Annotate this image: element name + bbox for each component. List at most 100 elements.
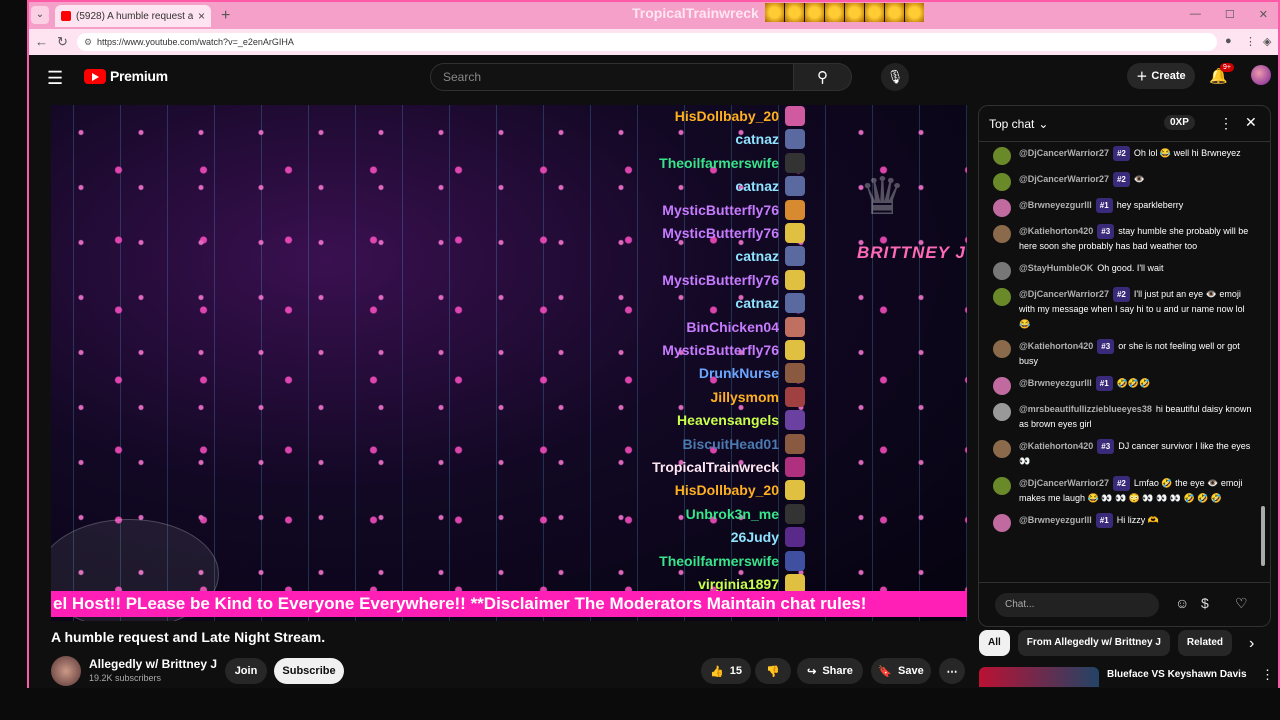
site-info-icon[interactable]: ⚙ bbox=[84, 37, 92, 48]
overlay-emoji-icon bbox=[785, 176, 805, 197]
create-button[interactable]: ＋ Create bbox=[1127, 63, 1195, 89]
menu-icon[interactable]: ⋮ bbox=[1245, 35, 1256, 48]
chat-author[interactable]: @Katiehorton420 bbox=[1019, 226, 1093, 236]
chat-author-avatar[interactable] bbox=[993, 403, 1011, 421]
super-chat-icon[interactable]: $ bbox=[1201, 595, 1209, 611]
chat-author[interactable]: @mrsbeautifullizzieblueeyes38 bbox=[1019, 404, 1152, 414]
chat-message[interactable]: @Katiehorton420 #3 stay humble she probabl… bbox=[993, 224, 1257, 254]
chat-author-avatar[interactable] bbox=[993, 288, 1011, 306]
chat-message[interactable]: @DjCancerWarrior27 #2 👁️ bbox=[993, 172, 1257, 191]
chat-author[interactable]: @DjCancerWarrior27 bbox=[1019, 148, 1109, 158]
chat-message[interactable]: @Katiehorton420 #3 DJ cancer survivor I li… bbox=[993, 439, 1257, 469]
chat-author-avatar[interactable] bbox=[993, 377, 1011, 395]
overlay-emoji-icon bbox=[785, 503, 805, 524]
chat-message[interactable]: @Brwneyezgurlll #1 🤣🤣🤣 bbox=[993, 376, 1257, 395]
menu-hamburger-icon[interactable]: ☰ bbox=[47, 68, 63, 89]
chat-author-avatar[interactable] bbox=[993, 514, 1011, 532]
chat-author[interactable]: @Brwneyezgurlll bbox=[1019, 200, 1092, 210]
rank-badge: #3 bbox=[1097, 224, 1115, 239]
share-button[interactable]: ↪ Share bbox=[797, 658, 863, 684]
chat-author-avatar[interactable] bbox=[993, 477, 1011, 495]
filter-chip[interactable]: All bbox=[979, 630, 1010, 656]
chat-author[interactable]: @DjCancerWarrior27 bbox=[1019, 174, 1109, 184]
chat-message[interactable]: @Brwneyezgurlll #1 hey sparkleberry bbox=[993, 198, 1257, 217]
join-button[interactable]: Join bbox=[225, 658, 267, 684]
dislike-button[interactable]: 👎 bbox=[755, 658, 791, 684]
chat-author-avatar[interactable] bbox=[993, 340, 1011, 358]
chat-message[interactable]: @Brwneyezgurlll #1 Hi lizzy 🫶 bbox=[993, 513, 1257, 532]
chat-placeholder: Chat... bbox=[1005, 599, 1035, 610]
youtube-logo[interactable]: Premium bbox=[84, 68, 168, 84]
chat-author[interactable]: @DjCancerWarrior27 bbox=[1019, 289, 1109, 299]
like-button[interactable]: 👍 15 bbox=[701, 658, 751, 684]
overlay-row: catnaz bbox=[651, 292, 967, 315]
chat-mode-dropdown[interactable]: Top chat bbox=[989, 117, 1034, 131]
chat-author-avatar[interactable] bbox=[993, 147, 1011, 165]
xp-badge[interactable]: 0XP bbox=[1164, 115, 1195, 130]
chat-author-avatar[interactable] bbox=[993, 199, 1011, 217]
close-chat-icon[interactable]: ✕ bbox=[1245, 114, 1257, 131]
new-tab-button[interactable]: + bbox=[221, 7, 230, 25]
chat-author[interactable]: @Katiehorton420 bbox=[1019, 441, 1093, 451]
overlay-username: HisDollbaby_20 bbox=[674, 482, 779, 499]
chat-message[interactable]: @DjCancerWarrior27 #2 Lmfao 🤣 the eye 👁️ e… bbox=[993, 476, 1257, 506]
chat-message-text: hey sparkleberry bbox=[1116, 200, 1184, 210]
filter-chip[interactable]: From Allegedly w/ Brittney J bbox=[1017, 630, 1170, 656]
recommended-more-icon[interactable]: ⋮ bbox=[1261, 667, 1274, 683]
chevron-down-icon[interactable]: ⌄ bbox=[1038, 117, 1048, 131]
tab-search-button[interactable]: ⌄ bbox=[31, 6, 49, 24]
heart-icon[interactable]: ♡ bbox=[1235, 595, 1248, 612]
overlay-row: 26Judy bbox=[651, 525, 967, 548]
recommended-thumbnail[interactable] bbox=[979, 667, 1099, 687]
chat-author-avatar[interactable] bbox=[993, 173, 1011, 191]
rank-badge: #1 bbox=[1095, 376, 1113, 391]
close-tab-icon[interactable]: × bbox=[198, 9, 205, 23]
overlay-username: catnaz bbox=[735, 131, 779, 148]
chat-message-text: 🤣🤣🤣 bbox=[1116, 378, 1151, 388]
channel-name[interactable]: Allegedly w/ Brittney J bbox=[89, 657, 217, 671]
overlay-emoji-icon bbox=[785, 386, 805, 407]
chat-message[interactable]: @mrsbeautifullizzieblueeyes38 hi beautifu… bbox=[993, 402, 1257, 432]
chat-author-avatar[interactable] bbox=[993, 225, 1011, 243]
channel-avatar[interactable] bbox=[51, 656, 81, 686]
recommended-title[interactable]: Blueface VS Keyshawn Davis bbox=[1107, 669, 1247, 680]
browser-tab[interactable]: (5928) A humble request and Late × bbox=[55, 5, 211, 27]
profile-icon[interactable]: ● bbox=[1225, 35, 1232, 47]
chat-author-avatar[interactable] bbox=[993, 440, 1011, 458]
chat-author[interactable]: @Katiehorton420 bbox=[1019, 341, 1093, 351]
close-window-button[interactable]: ✕ bbox=[1259, 8, 1268, 21]
maximize-button[interactable]: ☐ bbox=[1225, 8, 1235, 21]
reload-icon[interactable]: ↻ bbox=[57, 34, 68, 50]
user-avatar[interactable] bbox=[1251, 65, 1271, 85]
emoji-picker-icon[interactable]: ☺ bbox=[1175, 595, 1189, 611]
notification-badge: 9+ bbox=[1220, 63, 1234, 72]
youtube-play-icon bbox=[84, 68, 106, 84]
chat-scrollbar[interactable] bbox=[1261, 506, 1265, 566]
chevron-right-icon[interactable]: › bbox=[1249, 635, 1254, 653]
chat-message[interactable]: @DjCancerWarrior27 #2 I'll just put an eye… bbox=[993, 287, 1257, 332]
back-icon[interactable]: ← bbox=[35, 34, 48, 49]
chat-author[interactable]: @DjCancerWarrior27 bbox=[1019, 478, 1109, 488]
chat-message[interactable]: @StayHumbleOK Oh good. I'll wait bbox=[993, 261, 1257, 280]
minimize-button[interactable]: — bbox=[1190, 8, 1201, 21]
subscribe-button[interactable]: Subscribe bbox=[274, 658, 344, 684]
copilot-icon[interactable]: ◈ bbox=[1263, 35, 1271, 48]
subscriber-count: 19.2K subscribers bbox=[89, 673, 162, 683]
search-input[interactable]: Search bbox=[430, 63, 794, 91]
chat-author[interactable]: @StayHumbleOK bbox=[1019, 263, 1093, 273]
chat-input[interactable]: Chat... bbox=[995, 593, 1159, 617]
chat-menu-icon[interactable]: ⋮ bbox=[1219, 115, 1233, 132]
chat-author[interactable]: @Brwneyezgurlll bbox=[1019, 378, 1092, 388]
chat-message[interactable]: @DjCancerWarrior27 #2 Oh lol 😂 well hi Brw… bbox=[993, 146, 1257, 165]
video-player[interactable]: ♛ BRITTNEY J DrunkNurseHisDollbaby_20cat… bbox=[51, 105, 967, 621]
search-button[interactable]: ⚲ bbox=[794, 63, 852, 91]
url-field[interactable]: ⚙ https://www.youtube.com/watch?v=_e2enA… bbox=[77, 33, 1217, 51]
save-button[interactable]: 🔖 Save bbox=[871, 658, 931, 684]
more-actions-button[interactable]: ⋯ bbox=[939, 658, 965, 684]
chat-author[interactable]: @Brwneyezgurlll bbox=[1019, 515, 1092, 525]
filter-chip[interactable]: Related bbox=[1177, 630, 1233, 656]
chat-message-text: Oh good. I'll wait bbox=[1097, 263, 1164, 273]
voice-search-button[interactable]: 🎙 bbox=[881, 63, 909, 91]
chat-author-avatar[interactable] bbox=[993, 262, 1011, 280]
chat-message[interactable]: @Katiehorton420 #3 or she is not feeling w… bbox=[993, 339, 1257, 369]
